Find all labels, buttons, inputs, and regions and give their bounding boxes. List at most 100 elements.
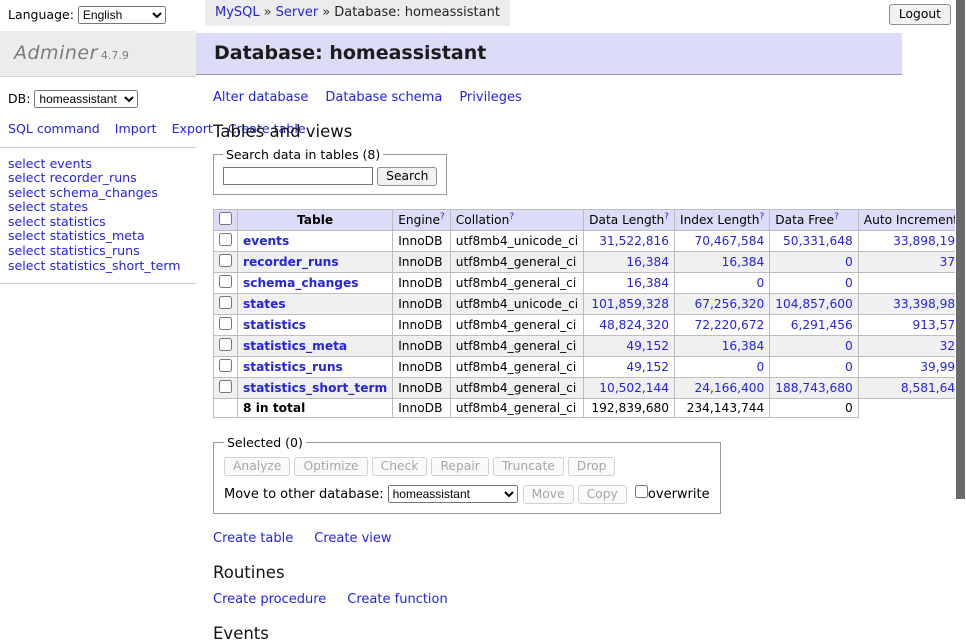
data-length-link[interactable]: 10,502,144 xyxy=(589,381,669,395)
sql-command-link[interactable]: SQL command xyxy=(8,121,100,136)
alter-database-link[interactable]: Alter database xyxy=(213,90,308,105)
row-checkbox[interactable] xyxy=(219,254,232,267)
auto-increment-link[interactable]: 378 xyxy=(864,255,963,269)
row-checkbox[interactable] xyxy=(219,233,232,246)
table-name-link[interactable]: states xyxy=(243,297,286,311)
auto-increment-link[interactable]: 33,898,196 xyxy=(864,234,963,248)
select-link[interactable]: select xyxy=(8,214,45,229)
auto-increment-link[interactable]: 33,398,984 xyxy=(864,297,963,311)
search-button[interactable]: Search xyxy=(377,167,437,186)
table-name-link[interactable]: statistics_meta xyxy=(243,339,347,353)
select-link[interactable]: select xyxy=(8,228,45,243)
table-name-link[interactable]: recorder_runs xyxy=(243,255,339,269)
data-free-help-link[interactable]: ? xyxy=(834,212,839,222)
row-checkbox[interactable] xyxy=(219,380,232,393)
data-free-link[interactable]: 0 xyxy=(775,255,853,269)
select-all-checkbox[interactable] xyxy=(219,212,232,225)
data-free-link[interactable]: 0 xyxy=(775,276,853,290)
logout-button[interactable]: Logout xyxy=(889,4,951,25)
table-name-link[interactable]: statistics_runs xyxy=(243,360,343,374)
index-length-link[interactable]: 67,256,320 xyxy=(680,297,764,311)
truncate-button[interactable]: Truncate xyxy=(493,457,564,476)
table-link[interactable]: schema_changes xyxy=(50,185,158,200)
table-name-link[interactable]: schema_changes xyxy=(243,276,358,290)
index-length-link[interactable]: 72,220,672 xyxy=(680,318,764,332)
select-link[interactable]: select xyxy=(8,243,45,258)
engine-help-link[interactable]: ? xyxy=(440,212,445,222)
vertical-scrollbar[interactable] xyxy=(955,0,966,543)
auto-increment-link[interactable]: 913,577 xyxy=(864,318,963,332)
row-checkbox[interactable] xyxy=(219,296,232,309)
language-select[interactable]: English xyxy=(78,6,166,24)
optimize-button[interactable]: Optimize xyxy=(294,457,367,476)
privileges-link[interactable]: Privileges xyxy=(459,90,522,105)
auto-increment-link[interactable]: 39,999 xyxy=(864,360,963,374)
row-checkbox[interactable] xyxy=(219,338,232,351)
database-schema-link[interactable]: Database schema xyxy=(325,90,442,105)
data-length-link[interactable]: 16,384 xyxy=(589,255,669,269)
data-length-link[interactable]: 16,384 xyxy=(589,276,669,290)
page-title: Database: homeassistant xyxy=(196,33,902,75)
select-link[interactable]: select xyxy=(8,199,45,214)
table-name-link[interactable]: statistics xyxy=(243,318,306,332)
table-link[interactable]: statistics_meta xyxy=(50,228,145,243)
auto-increment-link[interactable]: 325 xyxy=(864,339,963,353)
index-length-link[interactable]: 0 xyxy=(680,276,764,290)
row-checkbox[interactable] xyxy=(219,275,232,288)
table-name-link[interactable]: events xyxy=(243,234,289,248)
breadcrumb-server-link[interactable]: Server xyxy=(276,5,319,20)
analyze-button[interactable]: Analyze xyxy=(224,457,290,476)
data-length-link[interactable]: 48,824,320 xyxy=(589,318,669,332)
collation-help-link[interactable]: ? xyxy=(509,212,514,222)
check-button[interactable]: Check xyxy=(372,457,428,476)
data-length-link[interactable]: 49,152 xyxy=(589,339,669,353)
index-length-link[interactable]: 24,166,400 xyxy=(680,381,764,395)
db-select[interactable]: homeassistant xyxy=(34,90,138,108)
select-link[interactable]: select xyxy=(8,185,45,200)
data-length-help-link[interactable]: ? xyxy=(664,212,669,222)
data-length-link[interactable]: 49,152 xyxy=(589,360,669,374)
index-length-link[interactable]: 16,384 xyxy=(680,255,764,269)
select-link[interactable]: select xyxy=(8,170,45,185)
index-length-help-link[interactable]: ? xyxy=(759,212,764,222)
index-length-link[interactable]: 0 xyxy=(680,360,764,374)
move-button[interactable]: Move xyxy=(523,485,574,504)
data-free-link[interactable]: 0 xyxy=(775,339,853,353)
drop-button[interactable]: Drop xyxy=(568,457,616,476)
import-link[interactable]: Import xyxy=(115,121,157,136)
data-free-link[interactable]: 0 xyxy=(775,360,853,374)
table-link[interactable]: statistics_short_term xyxy=(50,258,181,273)
row-checkbox[interactable] xyxy=(219,317,232,330)
copy-button[interactable]: Copy xyxy=(578,485,627,504)
select-link[interactable]: select xyxy=(8,258,45,273)
table-name-link[interactable]: statistics_short_term xyxy=(243,381,387,395)
row-checkbox[interactable] xyxy=(219,359,232,372)
index-length-link[interactable]: 16,384 xyxy=(680,339,764,353)
scrollbar-thumb[interactable] xyxy=(956,0,965,499)
create-view-link[interactable]: Create view xyxy=(314,531,391,546)
adminer-logo[interactable]: Adminer xyxy=(14,42,98,64)
overwrite-checkbox[interactable] xyxy=(635,485,648,498)
create-procedure-link[interactable]: Create procedure xyxy=(213,592,326,607)
table-link[interactable]: statistics xyxy=(50,214,106,229)
table-link[interactable]: events xyxy=(50,156,92,171)
create-function-link[interactable]: Create function xyxy=(347,592,447,607)
move-database-select[interactable]: homeassistant xyxy=(388,485,518,503)
index-length-link[interactable]: 70,467,584 xyxy=(680,234,764,248)
auto-increment-link[interactable]: 8,581,645 xyxy=(864,381,963,395)
data-free-link[interactable]: 50,331,648 xyxy=(775,234,853,248)
breadcrumb-mysql-link[interactable]: MySQL xyxy=(215,5,260,20)
data-length-link[interactable]: 31,522,816 xyxy=(589,234,669,248)
data-free-link[interactable]: 188,743,680 xyxy=(775,381,853,395)
data-length-link[interactable]: 101,859,328 xyxy=(589,297,669,311)
auto-increment-link[interactable]: 6 xyxy=(864,276,963,290)
search-input[interactable] xyxy=(223,167,373,185)
create-table-link[interactable]: Create table xyxy=(213,531,293,546)
repair-button[interactable]: Repair xyxy=(431,457,488,476)
data-free-link[interactable]: 104,857,600 xyxy=(775,297,853,311)
data-free-link[interactable]: 6,291,456 xyxy=(775,318,853,332)
table-link[interactable]: recorder_runs xyxy=(50,170,137,185)
table-link[interactable]: states xyxy=(50,199,88,214)
table-link[interactable]: statistics_runs xyxy=(50,243,140,258)
select-link[interactable]: select xyxy=(8,156,45,171)
